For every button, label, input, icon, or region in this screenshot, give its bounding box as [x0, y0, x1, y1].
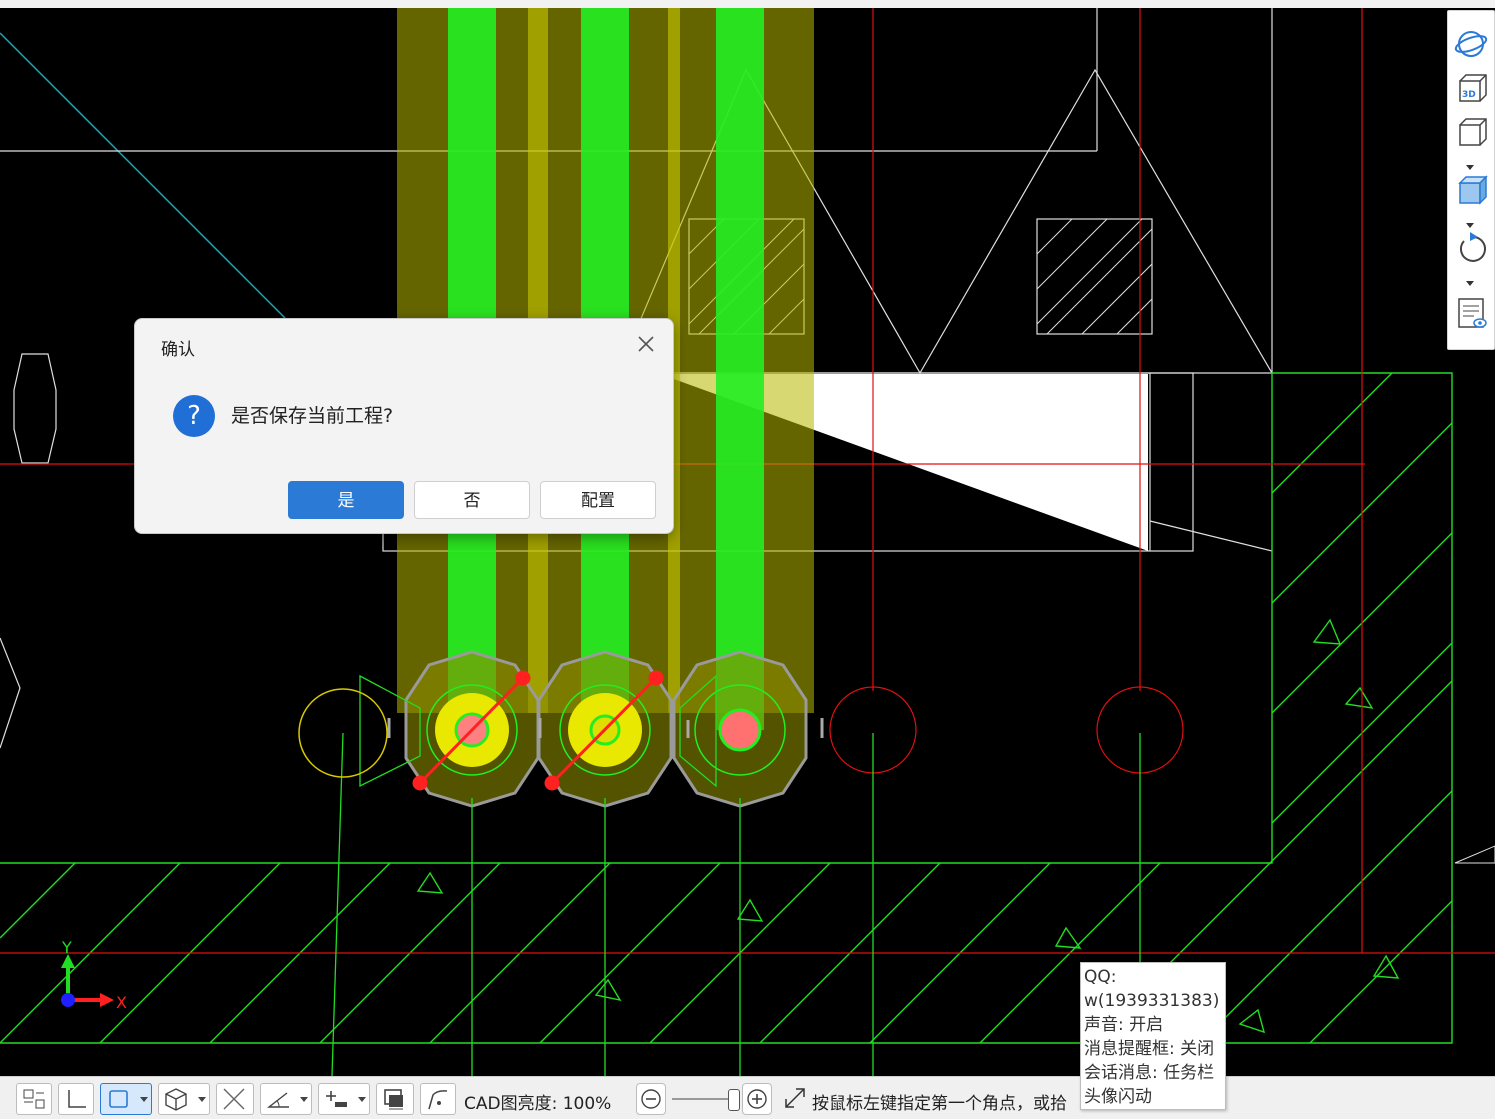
chevron-down-icon[interactable] — [1464, 273, 1476, 286]
close-icon[interactable] — [635, 333, 657, 355]
angle-icon[interactable] — [260, 1083, 312, 1115]
display-icon[interactable] — [376, 1083, 414, 1115]
chevron-down-icon[interactable] — [1464, 215, 1476, 228]
tooltip-line: 头像闪动 — [1084, 1087, 1152, 1107]
selection-box-icon[interactable] — [100, 1083, 152, 1115]
status-bar: CAD图亮度: 100% 按鼠标左键指定第一个角点，或拾 — [0, 1076, 1495, 1119]
cad-drawing-canvas[interactable]: Y X — [0, 8, 1495, 1076]
cross-icon[interactable] — [216, 1083, 254, 1115]
chevron-down-icon[interactable] — [1464, 157, 1476, 170]
confirm-dialog: 确认 ? 是否保存当前工程? 是 否 配置 — [134, 318, 674, 534]
rotate-icon[interactable] — [1452, 229, 1490, 267]
y-axis-label: Y — [61, 938, 72, 957]
x-axis-label: X — [116, 993, 127, 1012]
yes-button[interactable]: 是 — [288, 481, 404, 519]
brightness-label: CAD图亮度: — [464, 1094, 558, 1114]
tooltip-line: 消息提醒框: 关闭 — [1084, 1039, 1215, 1059]
qq-tooltip: QQ: w(1939331383) 声音: 开启 消息提醒框: 关闭 会话消息:… — [1080, 962, 1226, 1110]
3d-cube-icon[interactable] — [158, 1083, 210, 1115]
zoom-out-icon[interactable] — [636, 1083, 666, 1115]
brightness-readout: CAD图亮度: 100% — [464, 1089, 611, 1114]
brightness-value: 100% — [562, 1094, 612, 1114]
view-box-icon[interactable] — [1452, 113, 1490, 151]
ortho-icon[interactable] — [58, 1083, 94, 1115]
svg-text:3D: 3D — [1462, 90, 1476, 100]
polyline-icon[interactable] — [420, 1083, 456, 1115]
brightness-slider[interactable] — [672, 1089, 740, 1111]
properties-view-icon[interactable] — [1452, 293, 1490, 331]
tooltip-line: 会话消息: 任务栏 — [1084, 1063, 1215, 1083]
config-button[interactable]: 配置 — [540, 481, 656, 519]
question-icon: ? — [173, 395, 215, 437]
no-button[interactable]: 否 — [414, 481, 530, 519]
command-prompt: 按鼠标左键指定第一个角点，或拾 — [812, 1094, 1067, 1114]
zoom-in-icon[interactable] — [742, 1083, 772, 1115]
view-toolbar: 3D — [1447, 10, 1495, 350]
expand-icon[interactable] — [782, 1085, 808, 1111]
3d-view-icon[interactable]: 3D — [1452, 69, 1490, 107]
tooltip-line: QQ: — [1084, 967, 1117, 987]
orbit-icon[interactable] — [1452, 25, 1490, 63]
dialog-title: 确认 — [161, 340, 195, 360]
dialog-message: 是否保存当前工程? — [231, 405, 394, 427]
tooltip-line: w(1939331383) — [1084, 991, 1220, 1011]
slider-thumb[interactable] — [728, 1089, 740, 1111]
shaded-box-icon[interactable] — [1452, 171, 1490, 209]
tooltip-line: 声音: 开启 — [1084, 1015, 1164, 1035]
grid-snap-icon[interactable] — [16, 1083, 52, 1115]
insert-icon[interactable] — [318, 1083, 370, 1115]
